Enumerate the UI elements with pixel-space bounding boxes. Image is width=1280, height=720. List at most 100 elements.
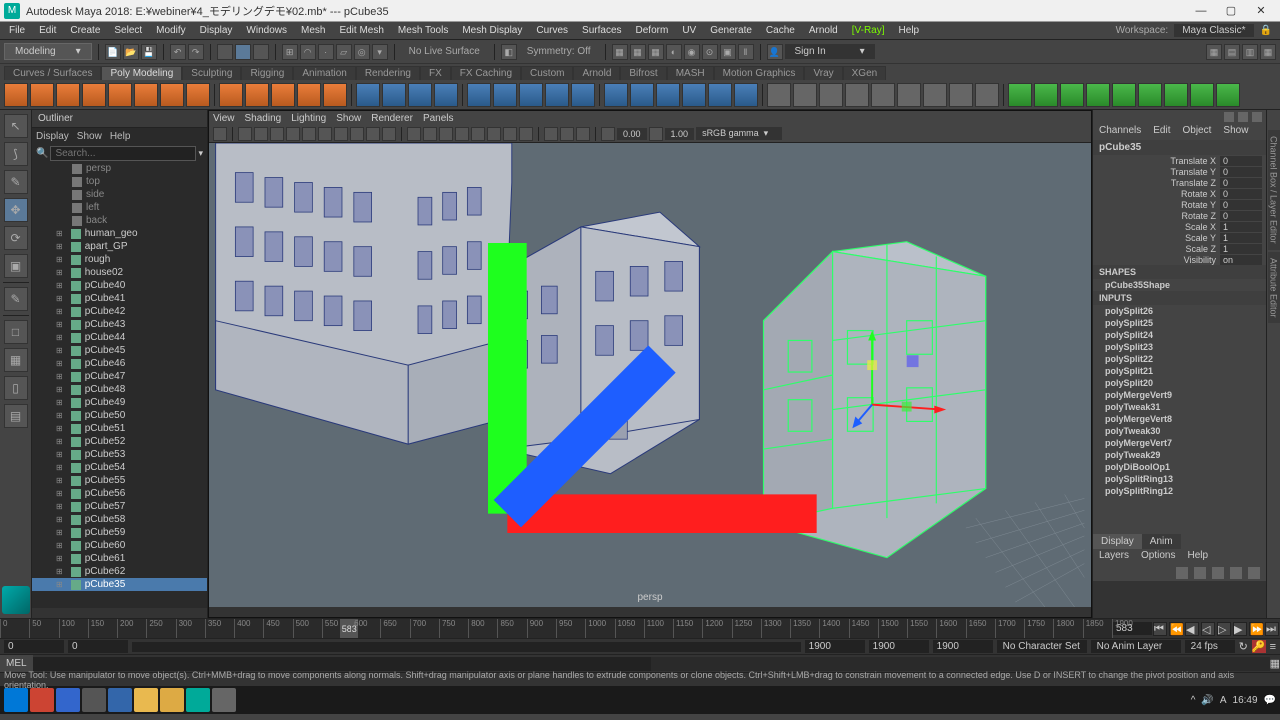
vp-select-cam[interactable] <box>213 127 227 141</box>
outliner-item-pcube52[interactable]: ⊞pCube52 <box>32 435 207 448</box>
snap-point-button[interactable]: · <box>318 44 334 60</box>
render-settings-button[interactable]: ◐ <box>666 44 682 60</box>
outliner-camera-left[interactable]: left <box>32 201 207 214</box>
outliner-item-apart_gp[interactable]: ⊞apart_GP <box>32 240 207 253</box>
shelf-tab-rendering[interactable]: Rendering <box>356 66 420 80</box>
playback-start-field[interactable]: 0 <box>68 640 128 653</box>
start-button[interactable] <box>4 688 28 712</box>
outliner-item-pcube62[interactable]: ⊞pCube62 <box>32 565 207 578</box>
outliner-item-pcube40[interactable]: ⊞pCube40 <box>32 279 207 292</box>
shelf-button-24[interactable] <box>571 83 595 107</box>
shelf-button-29[interactable] <box>682 83 706 107</box>
history-button[interactable]: ◧ <box>501 44 517 60</box>
tray-lang[interactable]: A <box>1220 695 1227 706</box>
menu-display[interactable]: Display <box>193 22 240 39</box>
menu-edit[interactable]: Edit <box>32 22 63 39</box>
shelf-button-3[interactable] <box>82 83 106 107</box>
outliner-item-pcube58[interactable]: ⊞pCube58 <box>32 513 207 526</box>
play-back-button[interactable]: ◁ <box>1201 622 1215 636</box>
layer-menu-layers[interactable]: Layers <box>1093 549 1135 565</box>
snap-grid-button[interactable]: ⊞ <box>282 44 298 60</box>
layer-button-1[interactable] <box>1176 567 1188 579</box>
attr-scale-z[interactable]: Scale Z1 <box>1093 243 1266 254</box>
outliner-item-pcube55[interactable]: ⊞pCube55 <box>32 474 207 487</box>
outliner-list[interactable]: persptopsideleftback⊞human_geo⊞apart_GP⊞… <box>32 162 207 608</box>
maximize-button[interactable]: ▢ <box>1216 2 1246 20</box>
scale-tool[interactable]: ▣ <box>4 254 28 278</box>
vp-safe[interactable] <box>382 127 396 141</box>
taskbar-app-2[interactable] <box>56 688 80 712</box>
outliner-camera-persp[interactable]: persp <box>32 162 207 175</box>
vp-grid[interactable] <box>302 127 316 141</box>
menu-arnold[interactable]: Arnold <box>802 22 845 39</box>
layer-list[interactable] <box>1093 581 1266 618</box>
outliner-item-pcube45[interactable]: ⊞pCube45 <box>32 344 207 357</box>
menu-deform[interactable]: Deform <box>629 22 676 39</box>
vtab-attr[interactable]: Attribute Editor <box>1268 252 1280 324</box>
input-polysplitring13[interactable]: polySplitRing13 <box>1093 473 1266 485</box>
taskbar-app-6[interactable] <box>160 688 184 712</box>
cb-icon-2[interactable] <box>1238 112 1248 122</box>
outliner-scrollbar[interactable] <box>32 608 207 618</box>
outliner-item-pcube53[interactable]: ⊞pCube53 <box>32 448 207 461</box>
taskbar-app-5[interactable] <box>134 688 158 712</box>
attr-scale-x[interactable]: Scale X1 <box>1093 221 1266 232</box>
prefs-button[interactable]: ≡ <box>1270 641 1276 653</box>
shelf-tab-custom[interactable]: Custom <box>521 66 573 80</box>
vp-ao[interactable] <box>487 127 501 141</box>
step-back-key-button[interactable]: ⏪ <box>1169 622 1183 636</box>
shelf-button-50[interactable] <box>1190 83 1214 107</box>
input-polysplit22[interactable]: polySplit22 <box>1093 353 1266 365</box>
lasso-tool[interactable]: ⟆ <box>4 142 28 166</box>
input-polydiboolop1[interactable]: polyDiBoolOp1 <box>1093 461 1266 473</box>
panel-layout-button-1[interactable]: ▦ <box>1206 44 1222 60</box>
input-polymergevert9[interactable]: polyMergeVert9 <box>1093 389 1266 401</box>
panel-layout-button-3[interactable]: ▥ <box>1242 44 1258 60</box>
menu-cache[interactable]: Cache <box>759 22 802 39</box>
vtab-channel[interactable]: Channel Box / Layer Editor <box>1268 130 1280 250</box>
cb-icon-1[interactable] <box>1224 112 1234 122</box>
shelf-button-51[interactable] <box>1216 83 1240 107</box>
attr-rotate-x[interactable]: Rotate X0 <box>1093 188 1266 199</box>
outliner-item-pcube51[interactable]: ⊞pCube51 <box>32 422 207 435</box>
menu-editmesh[interactable]: Edit Mesh <box>332 22 390 39</box>
outliner-item-rough[interactable]: ⊞rough <box>32 253 207 266</box>
shelf-tab-fxcaching[interactable]: FX Caching <box>451 66 521 80</box>
shelf-button-38[interactable] <box>897 83 921 107</box>
vp-film-gate[interactable] <box>318 127 332 141</box>
shelf-tab-bifrost[interactable]: Bifrost <box>620 66 666 80</box>
shelf-tab-xgen[interactable]: XGen <box>843 66 887 80</box>
go-end-button[interactable]: ⏭ <box>1265 622 1279 636</box>
vp-menu-renderer[interactable]: Renderer <box>371 113 413 124</box>
shelf-tab-fx[interactable]: FX <box>420 66 451 80</box>
layer-tab-display[interactable]: Display <box>1093 534 1142 549</box>
vp-menu-view[interactable]: View <box>213 113 235 124</box>
outliner-item-pcube50[interactable]: ⊞pCube50 <box>32 409 207 422</box>
shelf-button-28[interactable] <box>656 83 680 107</box>
channel-tab-edit[interactable]: Edit <box>1147 124 1176 140</box>
set-key-button[interactable]: 🔑 <box>1252 640 1266 653</box>
menu-meshtools[interactable]: Mesh Tools <box>391 22 455 39</box>
taskbar-app-7[interactable] <box>186 688 210 712</box>
snap-live-button[interactable]: ◎ <box>354 44 370 60</box>
outliner-search-input[interactable] <box>50 146 196 161</box>
redo-button[interactable]: ↷ <box>188 44 204 60</box>
fps-dropdown[interactable]: 24 fps <box>1185 640 1235 653</box>
menu-vray[interactable]: [V-Ray] <box>845 22 892 39</box>
shelf-button-2[interactable] <box>56 83 80 107</box>
vp-xray-joints[interactable] <box>576 127 590 141</box>
channel-object-name[interactable]: pCube35 <box>1093 140 1266 155</box>
pause-button[interactable]: ‖ <box>738 44 754 60</box>
go-start-button[interactable]: ⏮ <box>1153 622 1167 636</box>
layer-button-5[interactable] <box>1248 567 1260 579</box>
script-editor-button[interactable]: ▦ <box>1270 657 1280 670</box>
attr-scale-y[interactable]: Scale Y1 <box>1093 232 1266 243</box>
shelf-button-11[interactable] <box>271 83 295 107</box>
vp-lights[interactable] <box>455 127 469 141</box>
outliner-item-pcube56[interactable]: ⊞pCube56 <box>32 487 207 500</box>
vp-colorspace-dropdown[interactable]: sRGB gamma ▾ <box>696 127 782 140</box>
workspace-dropdown[interactable]: Maya Classic* <box>1174 24 1253 37</box>
shelf-button-13[interactable] <box>323 83 347 107</box>
layer-menu-options[interactable]: Options <box>1135 549 1181 565</box>
time-slider[interactable]: 583 050100150200250300350400450500550600… <box>0 618 1280 638</box>
